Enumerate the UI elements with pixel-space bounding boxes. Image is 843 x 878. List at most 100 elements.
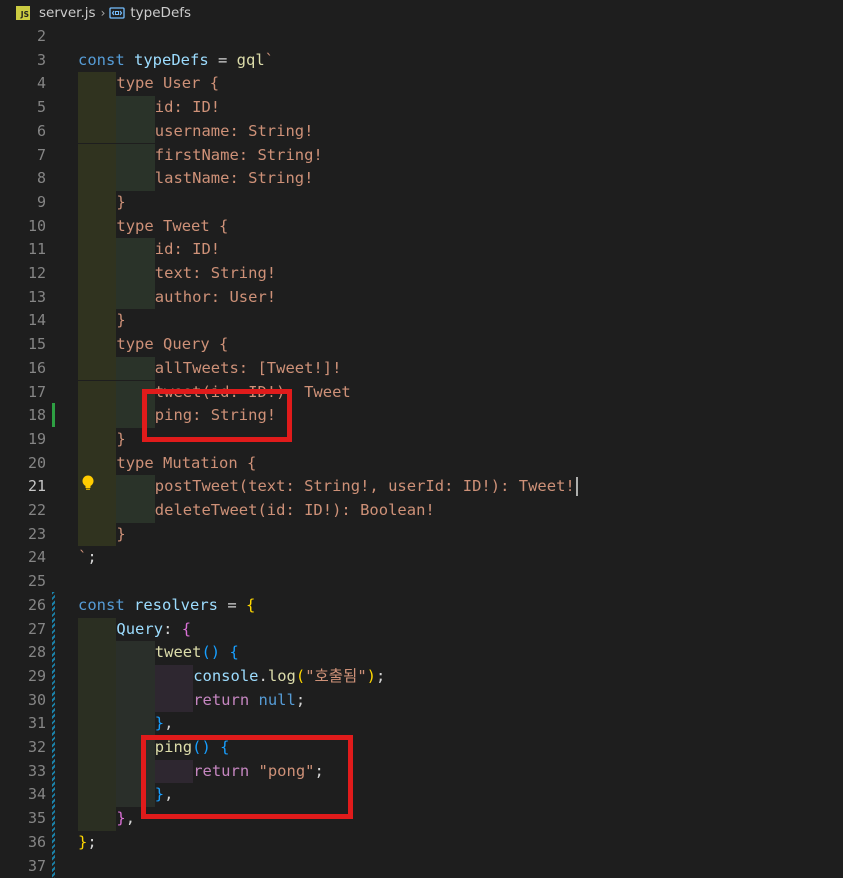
code-line[interactable]: 18 ping: String! [0, 404, 843, 428]
code-token: { [246, 595, 256, 614]
text-cursor [575, 477, 578, 497]
code-text: lastName: String! [155, 167, 314, 191]
code-text: tweet() { [155, 641, 239, 665]
code-line[interactable]: 8 lastName: String! [0, 167, 843, 191]
code-token: username: String! [154, 121, 314, 140]
code-token: text: String! [154, 264, 277, 282]
code-text: const resolvers = { [78, 594, 255, 618]
code-line[interactable]: 3 const typeDefs = gql` [0, 49, 843, 73]
code-line[interactable]: 5 id: ID! [0, 96, 843, 120]
code-text: const typeDefs = gql` [78, 49, 274, 73]
code-line[interactable]: 25 [0, 570, 843, 594]
line-number: 9 [36, 192, 46, 211]
code-token: } [116, 429, 126, 448]
code-line[interactable]: 7 firstName: String! [0, 143, 843, 168]
breadcrumb: JS server.js › typeDefs [0, 0, 843, 25]
code-text: }; [78, 831, 97, 855]
code-line[interactable]: 28 tweet() { [0, 641, 843, 665]
code-line[interactable]: 26 const resolvers = { [0, 594, 843, 618]
indent-guide [78, 143, 117, 168]
indent-guide [116, 356, 155, 381]
code-line[interactable]: 30 return null; [0, 688, 843, 713]
indent-guide [78, 167, 117, 191]
code-text: type Tweet { [116, 215, 228, 239]
code-token: tweet [154, 643, 202, 662]
line-number: 8 [36, 169, 46, 188]
code-token: = [208, 50, 237, 69]
line-number: 10 [27, 216, 46, 235]
code-line[interactable]: 19} [0, 427, 843, 452]
breadcrumb-file[interactable]: server.js [39, 5, 96, 21]
indent-guide [116, 712, 155, 736]
code-line[interactable]: 11 id: ID! [0, 238, 843, 262]
code-token: ; [376, 666, 386, 685]
code-line[interactable]: 22 deleteTweet(id: ID!): Boolean! [0, 499, 843, 523]
code-editor[interactable]: 2 3 const typeDefs = gql` 4 type User { 5 id: … [0, 25, 843, 878]
code-line[interactable]: 37 [0, 855, 843, 878]
code-token: ` [264, 50, 274, 69]
code-line[interactable]: 33 return "pong"; [0, 759, 843, 784]
code-text: }, [116, 807, 135, 831]
indent-guide [116, 238, 155, 262]
javascript-file-icon: JS [16, 5, 30, 20]
code-line[interactable]: 24 `; [0, 546, 843, 570]
code-line[interactable]: 27 Query: { [0, 617, 843, 642]
code-text: author: User! [155, 286, 276, 310]
line-number: 20 [27, 453, 46, 472]
code-token: return [193, 690, 259, 709]
indent-guide [78, 522, 117, 547]
indent-guide [154, 688, 194, 713]
indent-guide [78, 262, 117, 286]
code-token: type User { [116, 74, 220, 93]
code-token: ; [87, 832, 97, 851]
code-line[interactable]: 9} [0, 190, 843, 215]
code-line[interactable]: 35}, [0, 807, 843, 831]
code-line[interactable]: 29 console.log("호출됨"); [0, 664, 843, 689]
variable-symbol-icon [109, 6, 126, 19]
code-line[interactable]: 21 postTweet(text: String!, userId: ID!):… [0, 475, 843, 499]
code-text: id: ID! [155, 96, 220, 120]
code-token: . [258, 666, 268, 685]
code-line[interactable]: 31}, [0, 712, 843, 736]
line-number: 28 [27, 643, 46, 662]
code-token: { [181, 619, 192, 638]
line-number: 29 [27, 666, 46, 685]
lightbulb-icon[interactable] [80, 474, 96, 492]
indent-guide [116, 285, 155, 310]
code-line[interactable]: 15 type Query { [0, 333, 843, 357]
indent-guide [116, 96, 155, 120]
line-number: 11 [27, 240, 46, 259]
code-line[interactable]: 6 username: String! [0, 119, 843, 144]
indent-guide [78, 807, 117, 831]
code-line[interactable]: 2 [0, 25, 843, 49]
line-number: 25 [27, 572, 46, 591]
indent-guide [78, 190, 117, 215]
code-line[interactable]: 13 author: User! [0, 285, 843, 310]
code-line[interactable]: 34}, [0, 783, 843, 808]
code-line[interactable]: 23} [0, 522, 843, 547]
code-line[interactable]: 20 type Mutation { [0, 451, 843, 476]
code-token: { [229, 643, 239, 662]
indent-guide [78, 712, 117, 736]
code-token: } [116, 192, 126, 211]
code-token: gql [236, 50, 265, 69]
code-token: ; [295, 690, 306, 709]
indent-guide [116, 167, 155, 191]
line-number: 24 [27, 548, 46, 567]
line-number: 4 [36, 74, 46, 93]
line-number: 7 [36, 145, 46, 164]
code-token: id: ID! [154, 98, 221, 117]
code-text: } [116, 428, 125, 452]
code-line[interactable]: 17 tweet(id: ID!): Tweet [0, 380, 843, 405]
code-line[interactable]: 14} [0, 309, 843, 334]
code-line[interactable]: 10 type Tweet { [0, 214, 843, 239]
breadcrumb-symbol[interactable]: typeDefs [130, 5, 191, 21]
code-line[interactable]: 16 allTweets: [Tweet!]! [0, 356, 843, 381]
line-number: 31 [27, 714, 46, 733]
code-token: , [125, 809, 136, 828]
code-token: Query [116, 619, 164, 638]
code-line[interactable]: 12 text: String! [0, 262, 843, 286]
code-line[interactable]: 4 type User { [0, 72, 843, 97]
code-line[interactable]: 32 ping() { [0, 736, 843, 760]
code-line[interactable]: 36}; [0, 831, 843, 855]
